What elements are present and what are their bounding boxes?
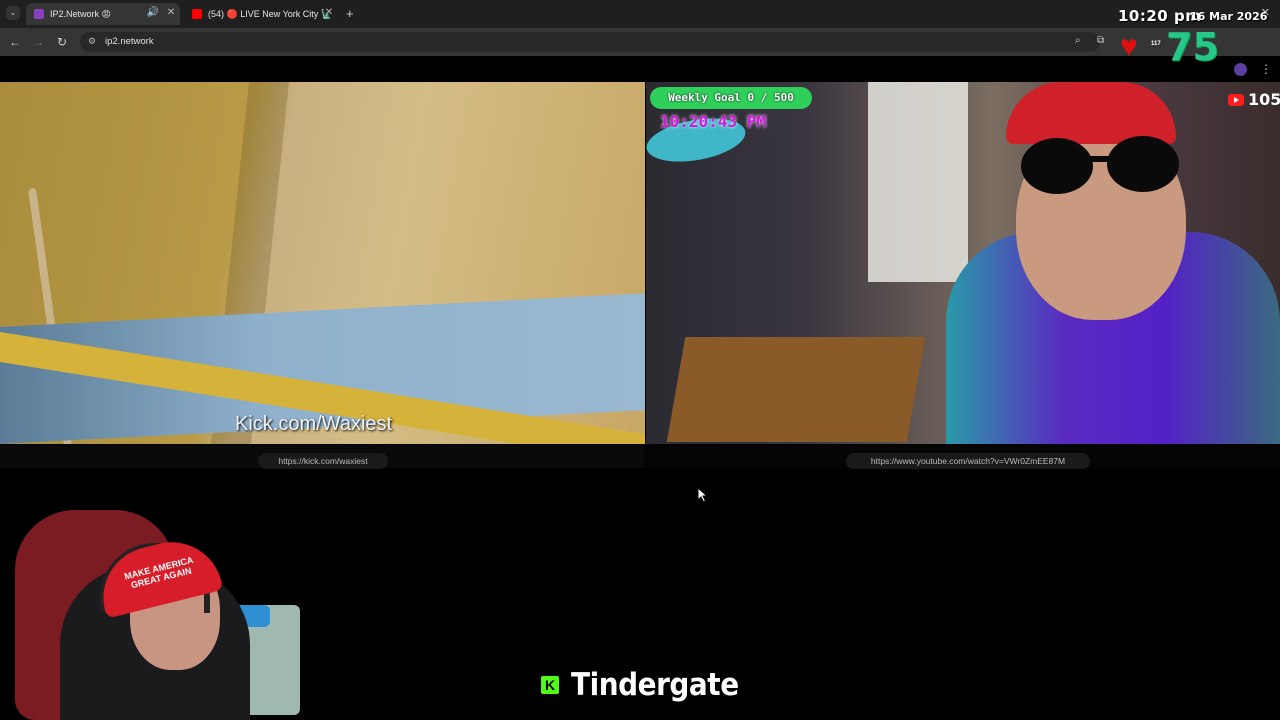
youtube-viewer-count: 105 xyxy=(1248,90,1280,109)
cast-icon[interactable]: ⧉ xyxy=(1097,35,1104,46)
youtube-viewer-badge: 105 xyxy=(1228,90,1280,109)
tab-label: (54) 🔴 LIVE New York City 🗽 xyxy=(208,8,332,19)
forward-arrow-icon[interactable]: → xyxy=(31,35,45,49)
speaker-icon[interactable]: 🔊 xyxy=(146,7,160,18)
tab-live-new-york-city[interactable]: (54) 🔴 LIVE New York City 🗽 ✕ xyxy=(184,3,338,25)
left-stream-url[interactable]: https://kick.com/waxiest xyxy=(258,453,388,469)
address-text[interactable]: ip2.network xyxy=(105,36,154,47)
kick-logo-icon: K xyxy=(541,676,559,694)
overlay-counter: 75 xyxy=(1166,25,1219,69)
right-stream-url[interactable]: https://www.youtube.com/watch?v=VWr0ZmEE… xyxy=(846,453,1090,469)
right-stream-video[interactable] xyxy=(646,82,1280,444)
heart-count: 117 xyxy=(1151,41,1161,47)
address-toolbar: ← → ↻ ⚙ ip2.network ⌕ ⧉ ⋮ xyxy=(0,28,1280,76)
reload-icon[interactable]: ↻ xyxy=(55,35,69,49)
background-door xyxy=(868,82,968,282)
tab-ip2-network[interactable]: IP2.Network 😡 🔊 ✕ xyxy=(26,3,180,25)
ticker-banner: K Tindergate xyxy=(541,667,757,703)
tab-label: IP2.Network 😡 xyxy=(50,8,111,19)
weekly-goal-badge: Weekly Goal 0 / 500 xyxy=(650,87,812,109)
site-info-icon[interactable]: ⚙ xyxy=(88,36,96,47)
new-tab-icon[interactable]: + xyxy=(346,6,354,21)
ticker-text: Tindergate xyxy=(571,667,739,703)
address-field[interactable]: ⚙ ip2.network ⌕ ⧉ xyxy=(80,32,1104,52)
close-tab-icon[interactable]: ✕ xyxy=(322,7,336,18)
back-arrow-icon[interactable]: ← xyxy=(8,35,22,49)
close-tab-icon[interactable]: ✕ xyxy=(164,7,178,18)
youtube-icon xyxy=(1228,93,1244,106)
stream-watermark: Kick.com/Waxiest xyxy=(235,413,393,435)
stream-clock: 10:20:43 PM xyxy=(660,112,766,131)
kebab-menu-icon[interactable]: ⋮ xyxy=(1260,62,1272,76)
heart-icon: ♥ xyxy=(1120,30,1138,63)
youtube-favicon-icon xyxy=(192,9,202,19)
profile-avatar[interactable] xyxy=(1234,63,1247,76)
left-stream-video[interactable]: Kick.com/Waxiest xyxy=(0,82,645,444)
streamer-webcam: MAKE AMERICA GREAT AGAIN xyxy=(0,505,425,720)
cluttered-table xyxy=(666,337,926,442)
overlay-clock: 10:20 pm xyxy=(1118,7,1202,25)
mouse-cursor-icon xyxy=(697,487,709,503)
zoom-icon[interactable]: ⌕ xyxy=(1075,35,1081,46)
tab-search-button[interactable]: ⌄ xyxy=(6,6,20,20)
sunglasses-icon xyxy=(1021,136,1179,194)
tab-strip: ⌄ IP2.Network 😡 🔊 ✕ (54) 🔴 LIVE New York… xyxy=(0,0,1280,28)
overlay-date: 16 Mar 2026 xyxy=(1190,10,1268,23)
ip2-favicon-icon xyxy=(34,9,44,19)
